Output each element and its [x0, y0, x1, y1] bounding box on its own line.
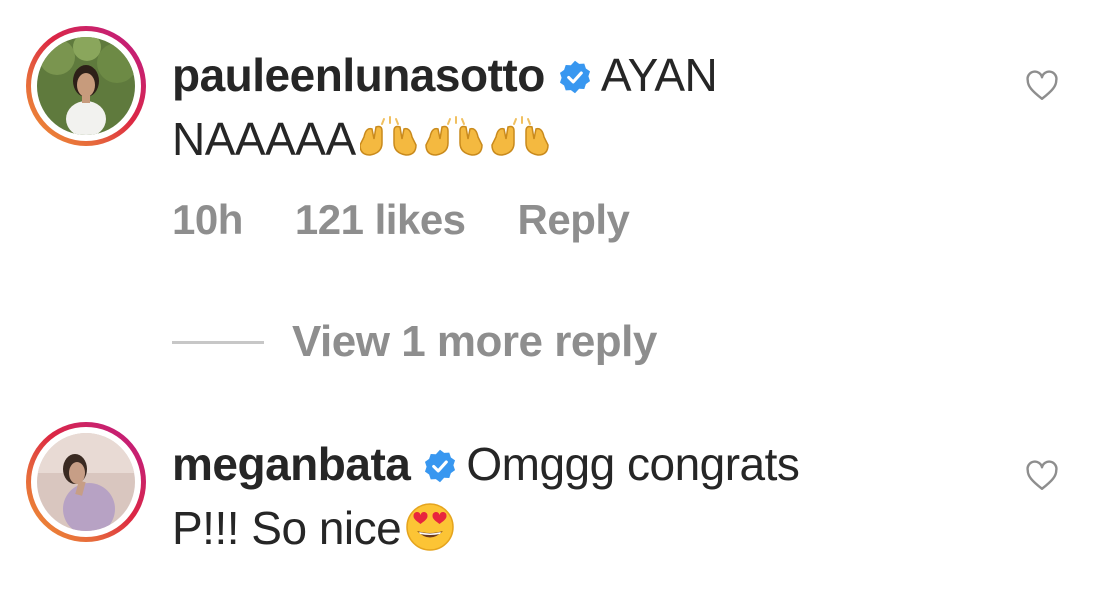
verified-badge-icon — [422, 448, 458, 484]
comment-username[interactable]: meganbata — [172, 438, 411, 490]
comment-text: meganbata Omggg congrats P!!! So nice — [172, 432, 1002, 560]
avatar-photo — [37, 433, 135, 531]
raising-hands-emoji-icon — [359, 115, 556, 163]
comment-body-line1: AYAN — [600, 49, 718, 101]
comment-body-line1: Omggg congrats — [466, 438, 800, 490]
like-heart-icon[interactable] — [1024, 458, 1060, 494]
comment-item: meganbata Omggg congrats P!!! So nice — [0, 410, 1120, 596]
view-more-replies-label: View 1 more reply — [292, 317, 657, 366]
verified-badge-icon — [557, 59, 593, 95]
comment-item: pauleenlunasotto AYAN NAAAAA 10h 121 likes… — [0, 0, 1120, 366]
heart-eyes-emoji-icon — [405, 502, 455, 552]
avatar[interactable] — [26, 26, 146, 146]
comment-meta: 10h 121 likes Reply — [172, 196, 681, 244]
view-more-replies-button[interactable]: View 1 more reply — [172, 312, 657, 372]
comment-body-line2: P!!! So nice — [172, 502, 402, 554]
comment-body-line2: NAAAAA — [172, 113, 356, 165]
like-heart-icon[interactable] — [1024, 68, 1060, 104]
comment-text: pauleenlunasotto AYAN NAAAAA — [172, 43, 1002, 171]
comment-username[interactable]: pauleenlunasotto — [172, 49, 545, 101]
replies-divider — [172, 340, 264, 344]
comment-likes-count[interactable]: 121 likes — [295, 196, 466, 243]
avatar-photo — [37, 37, 135, 135]
reply-button[interactable]: Reply — [518, 196, 630, 243]
comment-time: 10h — [172, 196, 243, 243]
avatar[interactable] — [26, 422, 146, 542]
